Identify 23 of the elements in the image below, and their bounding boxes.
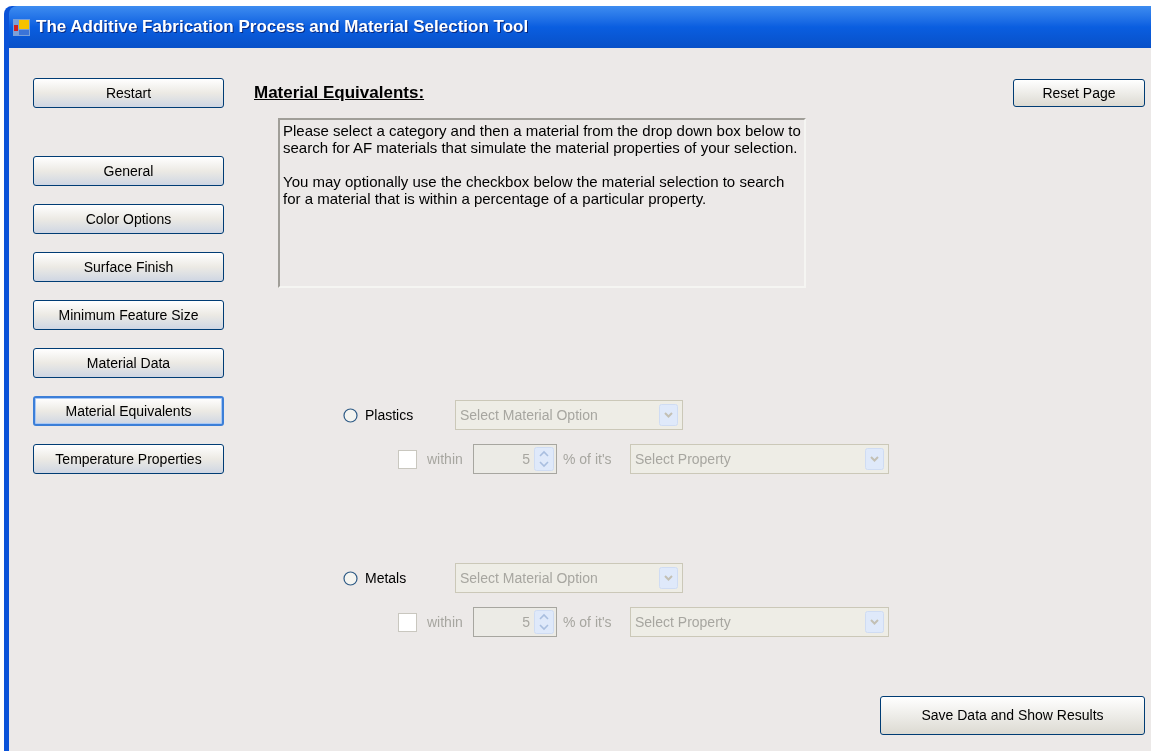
category-label: Metals (365, 568, 408, 588)
nav-button[interactable]: Minimum Feature Size (33, 300, 224, 330)
percent-of-label: % of it's (563, 449, 613, 469)
save-results-button[interactable]: Save Data and Show Results (880, 696, 1145, 735)
reset-page-button[interactable]: Reset Page (1013, 79, 1145, 107)
nav-button[interactable]: General (33, 156, 224, 186)
restart-button[interactable]: Restart (33, 78, 224, 108)
nav-button[interactable]: Color Options (33, 204, 224, 234)
spinner-arrows-icon (534, 447, 554, 471)
within-label: within (427, 612, 464, 632)
spinner-arrows-icon (534, 610, 554, 634)
within-label: within (427, 449, 464, 469)
app-icon (13, 18, 30, 36)
nav-button[interactable]: Temperature Properties (33, 444, 224, 474)
percent-of-label: % of it's (563, 612, 613, 632)
window-title: The Additive Fabrication Process and Material Selection Tool (36, 16, 529, 39)
instruction-text: Please select a category and then a material from the drop down box below to search for AF materials that simulate the material properties of your selection. (283, 122, 801, 156)
nav-button[interactable]: Material Data (33, 348, 224, 378)
nav-button[interactable]: Surface Finish (33, 252, 224, 282)
instruction-text: You may optionally use the checkbox below the material selection to search for a material that is within a percentage of a particular property. (283, 173, 786, 207)
category-label: Plastics (365, 405, 415, 425)
page-heading: Material Equivalents: (254, 82, 425, 104)
nav-button[interactable]: Material Equivalents (33, 396, 224, 426)
